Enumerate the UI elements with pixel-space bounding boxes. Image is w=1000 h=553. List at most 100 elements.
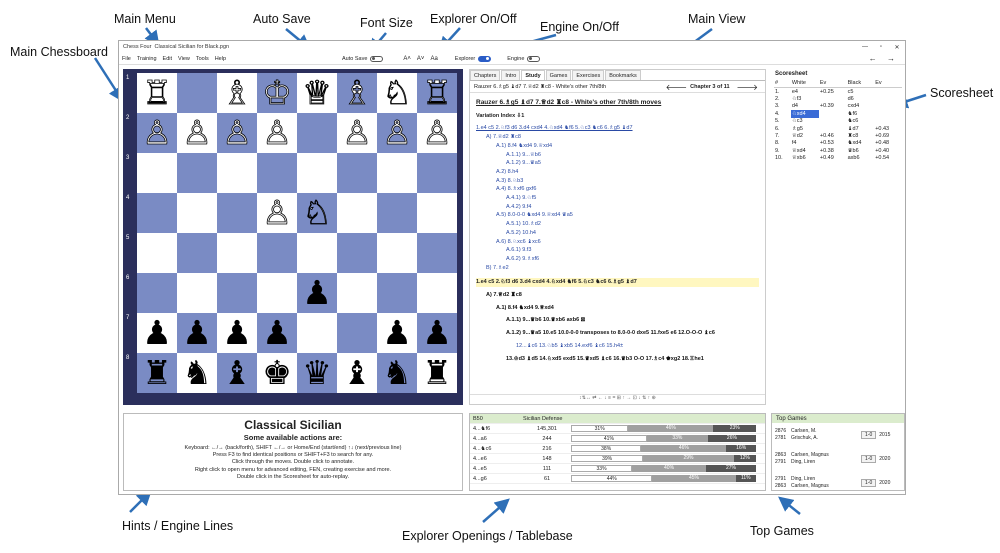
black-pawn-icon[interactable]: ♟ [382, 313, 412, 353]
board-square[interactable] [257, 273, 297, 313]
variation-link[interactable]: A.5.2) 10.h4 [506, 229, 759, 238]
scoresheet-row[interactable]: 5. ♘c3 ♞c6 [774, 118, 902, 125]
scoresheet-cell[interactable] [874, 118, 902, 125]
board-square[interactable]: ♟ [297, 273, 337, 313]
scoresheet-cell[interactable] [874, 103, 902, 110]
board-square[interactable] [377, 153, 417, 193]
scoresheet-cell[interactable] [819, 95, 847, 102]
board-square[interactable]: ♙ [377, 113, 417, 153]
black-knight-icon[interactable]: ♞ [382, 353, 412, 393]
board-square[interactable]: ♟ [417, 313, 457, 353]
board-square[interactable] [177, 193, 217, 233]
line-a12-cont[interactable]: 13.♔d3 ♝d5 14.♘xd5 exd5 15.♛xd5 ♝c6 16.♛… [506, 355, 759, 364]
variation-link[interactable]: B) 7.♗e2 [486, 264, 759, 273]
variation-link[interactable]: A.5.1) 10.♗d2 [506, 220, 759, 229]
board-square[interactable] [217, 193, 257, 233]
scoresheet-cell[interactable]: d4 [791, 103, 819, 110]
white-king-icon[interactable]: ♔ [262, 73, 292, 113]
explorer-move[interactable]: 4...e5 [473, 466, 523, 472]
board-square[interactable]: ♙ [257, 113, 297, 153]
board-square[interactable] [297, 113, 337, 153]
scoresheet-cell[interactable]: ♘c3 [791, 118, 819, 125]
explorer-toggle[interactable] [478, 55, 492, 62]
line-a12[interactable]: A.1.2) 9...♛a5 10.e5 10.0-0-0 transposes… [506, 329, 759, 338]
top-game-item[interactable]: 2876 2781 Carlsen, M. Grischuk, A. 1-0 2015 [772, 423, 904, 447]
board-square[interactable]: ♙ [417, 113, 457, 153]
board-square[interactable] [217, 273, 257, 313]
scoresheet-cell[interactable] [819, 118, 847, 125]
board-square[interactable]: ♙ [217, 113, 257, 153]
tab-games[interactable]: Games [545, 70, 572, 80]
board-square[interactable]: ♙ [337, 113, 377, 153]
scoresheet-cell[interactable]: 8. [774, 140, 791, 147]
black-pawn-icon[interactable]: ♟ [142, 313, 172, 353]
maximize-button[interactable]: ▫ [873, 44, 889, 51]
auto-save-toggle[interactable] [370, 55, 384, 62]
scoresheet-cell[interactable]: 7. [774, 132, 791, 139]
close-button[interactable]: ✕ [889, 44, 905, 51]
variation-link[interactable]: A.4.1) 9.♘f5 [506, 194, 759, 203]
board-square[interactable]: ♝ [337, 353, 377, 393]
scoresheet-cell[interactable]: +0.49 [819, 154, 847, 161]
scoresheet-cell[interactable] [874, 95, 902, 102]
white-pawn-icon[interactable]: ♙ [142, 113, 172, 153]
board-square[interactable] [337, 193, 377, 233]
menu-tools[interactable]: Tools [196, 56, 209, 62]
line-a12-sub[interactable]: 12...♝c6 13.♘b5 ♝xb5 14.exf6 ♝c6 15.h4± [516, 342, 759, 351]
scoresheet-cell[interactable]: ♘xd4 [790, 110, 819, 118]
white-pawn-icon[interactable]: ♙ [342, 113, 372, 153]
white-pawn-icon[interactable]: ♙ [422, 113, 452, 153]
board-square[interactable] [297, 313, 337, 353]
scoresheet-cell[interactable]: ♞c6 [847, 118, 875, 125]
scoresheet-cell[interactable]: ♕xb6 [791, 154, 819, 161]
black-bishop-icon[interactable]: ♝ [342, 353, 372, 393]
scoresheet-cell[interactable]: ♜c8 [847, 132, 875, 139]
white-bishop-icon[interactable]: ♗ [222, 73, 252, 113]
board-square[interactable] [377, 193, 417, 233]
board-square[interactable] [137, 233, 177, 273]
white-pawn-icon[interactable]: ♙ [222, 113, 252, 153]
scoresheet-cell[interactable] [819, 125, 847, 132]
scoresheet-row[interactable]: 8. f4 +0.53 ♞xd4 +0.48 [774, 140, 902, 147]
board-square[interactable] [377, 273, 417, 313]
scoresheet-cell[interactable]: ♕xd4 [791, 147, 819, 154]
board-square[interactable]: ♘ [297, 193, 337, 233]
scoresheet-cell[interactable]: cxd4 [847, 103, 875, 110]
board-square[interactable]: ♔ [257, 73, 297, 113]
white-bishop-icon[interactable]: ♗ [342, 73, 372, 113]
menu-view[interactable]: View [178, 56, 190, 62]
white-rook-icon[interactable]: ♖ [422, 73, 452, 113]
board-square[interactable]: ♙ [177, 113, 217, 153]
menu-help[interactable]: Help [215, 56, 226, 62]
board-square[interactable] [257, 153, 297, 193]
variation-link[interactable]: 1.e4 c5 2.♘f3 d6 3.d4 cxd4 4.♘xd4 ♞f6 5.… [476, 124, 759, 133]
black-queen-icon[interactable]: ♛ [302, 353, 332, 393]
scoresheet-row[interactable]: 7. ♕d2 +0.46 ♜c8 +0.69 [774, 132, 902, 139]
board-square[interactable]: ♟ [177, 313, 217, 353]
white-pawn-icon[interactable]: ♙ [262, 193, 292, 233]
board-square[interactable]: ♗ [337, 73, 377, 113]
menu-training[interactable]: Training [137, 56, 157, 62]
engine-toggle[interactable] [527, 55, 541, 62]
variation-link[interactable]: A.1) 8.f4 ♞xd4 9.♕xd4 [496, 142, 759, 151]
scoresheet-cell[interactable]: ♕d2 [791, 132, 819, 139]
font-reset-button[interactable]: Aa [430, 56, 437, 62]
main-line[interactable]: 1.e4 c5 2.♘f3 d6 3.d4 cxd4 4.♘xd4 ♞f6 5.… [476, 278, 759, 288]
scoresheet-cell[interactable] [874, 110, 902, 117]
scoresheet-cell[interactable]: +0.38 [819, 147, 847, 154]
board-square[interactable] [177, 73, 217, 113]
black-rook-icon[interactable]: ♜ [142, 353, 172, 393]
scoresheet-row[interactable]: 9. ♕xd4 +0.38 ♛b6 +0.40 [774, 147, 902, 154]
board-square[interactable]: ♝ [217, 353, 257, 393]
scoresheet-row[interactable]: 10. ♕xb6 +0.49 axb6 +0.54 [774, 154, 902, 161]
scoresheet-cell[interactable]: d6 [847, 95, 875, 102]
variation-link[interactable]: A.3) 8.♘b3 [496, 177, 759, 186]
variation-link[interactable]: A.6) 8.♘xc6 ♝xc6 [496, 238, 759, 247]
board-square[interactable]: ♘ [377, 73, 417, 113]
variation-link[interactable]: A.5) 8.0-0-0 ♞xd4 9.♕xd4 ♛a5 [496, 211, 759, 220]
board-square[interactable] [297, 153, 337, 193]
white-knight-icon[interactable]: ♘ [382, 73, 412, 113]
explorer-row[interactable]: 4...♞c6 216 38% 46% 16% [470, 444, 765, 454]
board-square[interactable]: ♟ [137, 313, 177, 353]
variation-link[interactable]: A) 7.♕d2 ♜c8 [486, 133, 759, 142]
